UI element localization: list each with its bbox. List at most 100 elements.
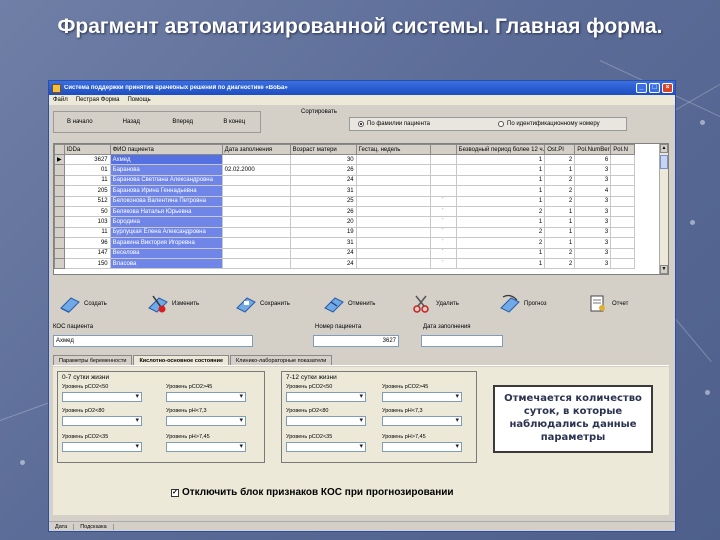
forecast-button[interactable]: Прогноз	[493, 289, 581, 319]
table-cell[interactable]	[221, 185, 291, 197]
table-cell[interactable]: ˙	[429, 237, 457, 249]
table-cell[interactable]	[54, 257, 65, 270]
table-cell[interactable]: 3	[574, 216, 612, 228]
table-cell[interactable]: Веселова	[109, 247, 223, 259]
table-cell[interactable]: 26	[289, 205, 357, 218]
table-row[interactable]: 147 Веселова 24 ˙ 1 2 3	[54, 247, 636, 259]
create-button[interactable]: Создать	[53, 289, 141, 319]
table-cell[interactable]	[54, 216, 65, 228]
table-cell[interactable]	[54, 195, 65, 207]
table-cell[interactable]: 96	[63, 237, 111, 249]
sort-by-name-radio[interactable]: По фамилии пациента	[358, 121, 430, 127]
nav-last-button[interactable]: В конец	[209, 119, 261, 125]
table-cell[interactable]	[610, 195, 636, 207]
disable-koc-checkbox[interactable]: ✓ Отключить блок признаков КОС при прогн…	[171, 487, 454, 498]
level-combo[interactable]	[382, 416, 462, 426]
tab-pregnancy[interactable]: Параметры беременности	[53, 355, 133, 365]
table-cell[interactable]: 30	[289, 153, 357, 166]
table-cell[interactable]: 02.02.2000	[221, 164, 291, 176]
table-cell[interactable]	[221, 226, 291, 239]
table-cell[interactable]: 3	[574, 164, 612, 176]
table-cell[interactable]: 512	[63, 195, 111, 207]
table-row[interactable]: 150 Власова 24 ˙ 1 2 3	[54, 257, 636, 270]
table-cell[interactable]: ▶	[54, 153, 65, 166]
report-button[interactable]: Отчет	[581, 289, 669, 319]
table-cell[interactable]: 25	[289, 195, 357, 207]
table-cell[interactable]: 1	[455, 174, 546, 187]
table-cell[interactable]: 26	[289, 164, 357, 176]
table-cell[interactable]	[54, 205, 65, 218]
table-cell[interactable]: 2	[544, 153, 576, 166]
grid-header[interactable]: Возраст матери	[289, 144, 357, 155]
table-cell[interactable]	[355, 174, 431, 187]
table-cell[interactable]: 19	[289, 226, 357, 239]
table-cell[interactable]	[429, 164, 457, 176]
table-cell[interactable]	[221, 257, 291, 270]
grid-scrollbar[interactable]: ▲ ▼	[659, 144, 668, 274]
table-cell[interactable]	[429, 174, 457, 187]
grid-header[interactable]: Дата заполнения	[221, 144, 291, 155]
table-cell[interactable]: 2	[544, 174, 576, 187]
table-cell[interactable]	[54, 226, 65, 239]
table-cell[interactable]	[221, 195, 291, 207]
table-cell[interactable]: Белоконова Валентина Петровна	[109, 195, 223, 207]
table-cell[interactable]	[429, 153, 457, 166]
table-cell[interactable]: 2	[544, 185, 576, 197]
table-cell[interactable]	[429, 185, 457, 197]
table-cell[interactable]: Ахмед	[109, 153, 223, 166]
table-cell[interactable]	[610, 216, 636, 228]
grid-header-blank[interactable]	[429, 144, 457, 155]
table-cell[interactable]: 4	[574, 185, 612, 197]
table-cell[interactable]	[355, 164, 431, 176]
table-cell[interactable]	[355, 247, 431, 259]
table-cell[interactable]: 31	[289, 237, 357, 249]
menu-file[interactable]: Файл	[53, 97, 68, 103]
table-cell[interactable]	[221, 237, 291, 249]
level-combo[interactable]	[62, 392, 142, 402]
table-cell[interactable]: 3	[574, 226, 612, 239]
table-cell[interactable]	[355, 237, 431, 249]
table-cell[interactable]	[54, 247, 65, 259]
edit-button[interactable]: Изменить	[141, 289, 229, 319]
table-cell[interactable]: 1	[455, 216, 546, 228]
table-cell[interactable]: Баранова Светлана Александровна	[109, 174, 223, 187]
table-cell[interactable]: 1	[544, 226, 576, 239]
table-cell[interactable]	[221, 247, 291, 259]
table-cell[interactable]: 01	[63, 164, 111, 176]
table-cell[interactable]: Баранова Ирина Геннадьевна	[109, 185, 223, 197]
table-cell[interactable]: 24	[289, 257, 357, 270]
level-combo[interactable]	[166, 416, 246, 426]
table-cell[interactable]: ˙	[429, 216, 457, 228]
cancel-button[interactable]: Отменить	[317, 289, 405, 319]
level-combo[interactable]	[382, 442, 462, 452]
level-combo[interactable]	[62, 442, 142, 452]
scroll-thumb[interactable]	[660, 155, 668, 169]
table-cell[interactable]: Власова	[109, 257, 223, 270]
table-cell[interactable]: Варакина Виктория Игоревна	[109, 237, 223, 249]
table-row[interactable]: 11 Бурлуцкая Елена Александровна 19 ˙ 2 1 3	[54, 226, 636, 239]
table-cell[interactable]	[221, 153, 291, 166]
patient-number-field[interactable]: 3627	[313, 335, 399, 347]
table-cell[interactable]	[610, 164, 636, 176]
table-row[interactable]: 50 Белякова Наталья Юрьевна 26 ˙ 2 1 3	[54, 205, 636, 218]
table-cell[interactable]: 3	[574, 257, 612, 270]
level-combo[interactable]	[286, 442, 366, 452]
table-cell[interactable]: 1	[544, 205, 576, 218]
table-cell[interactable]: 2	[544, 257, 576, 270]
minimize-button[interactable]: _	[636, 83, 647, 93]
table-cell[interactable]: 1	[455, 153, 546, 166]
grid-header[interactable]: ФИО пациента	[109, 144, 223, 155]
maximize-button[interactable]: □	[649, 83, 660, 93]
table-cell[interactable]: 3	[574, 205, 612, 218]
table-cell[interactable]	[355, 257, 431, 270]
level-combo[interactable]	[286, 392, 366, 402]
table-cell[interactable]: 1	[544, 216, 576, 228]
table-cell[interactable]: 11	[63, 226, 111, 239]
table-cell[interactable]	[610, 237, 636, 249]
table-row[interactable]: 11 Баранова Светлана Александровна 24 1 2 3	[54, 174, 636, 187]
table-cell[interactable]	[610, 153, 636, 166]
table-cell[interactable]: Белякова Наталья Юрьевна	[109, 205, 223, 218]
date-field[interactable]	[421, 335, 503, 347]
grid-header[interactable]: Pol.N	[610, 144, 636, 155]
table-cell[interactable]: Баранова	[109, 164, 223, 176]
